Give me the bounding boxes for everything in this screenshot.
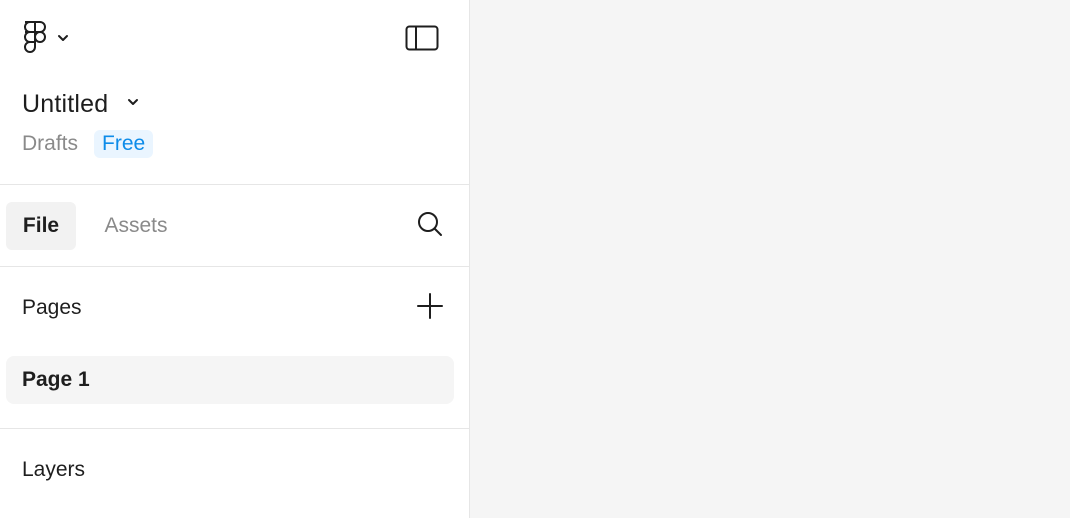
search-button[interactable] [410, 206, 450, 246]
tab-assets[interactable]: Assets [90, 202, 182, 250]
divider [0, 266, 470, 267]
add-page-button[interactable] [410, 288, 450, 328]
left-sidebar: Untitled Drafts Free File Assets Pages P… [0, 0, 470, 518]
file-location-link[interactable]: Drafts [22, 132, 78, 156]
plus-icon [417, 292, 443, 324]
chevron-down-icon [126, 95, 140, 114]
main-menu-button[interactable] [20, 20, 70, 60]
file-title: Untitled [22, 89, 109, 118]
design-canvas[interactable] [471, 0, 1070, 518]
plan-badge[interactable]: Free [94, 130, 154, 158]
layers-heading: Layers [22, 458, 86, 481]
file-name-menu[interactable]: Untitled [22, 86, 140, 122]
divider [0, 428, 470, 429]
pages-heading: Pages [22, 296, 82, 319]
figma-logo-icon [20, 18, 50, 63]
search-icon [416, 210, 444, 243]
figma-app: Untitled Drafts Free File Assets Pages P… [0, 0, 1070, 518]
toggle-sidebar-button[interactable] [398, 22, 446, 58]
page-item-label: Page 1 [22, 368, 90, 391]
chevron-down-icon [56, 31, 70, 50]
tab-file[interactable]: File [6, 202, 76, 250]
file-meta: Drafts Free [22, 128, 154, 160]
sidebar-panel-icon [405, 25, 439, 56]
page-item-page-1[interactable]: Page 1 [6, 356, 454, 404]
divider [0, 184, 470, 185]
